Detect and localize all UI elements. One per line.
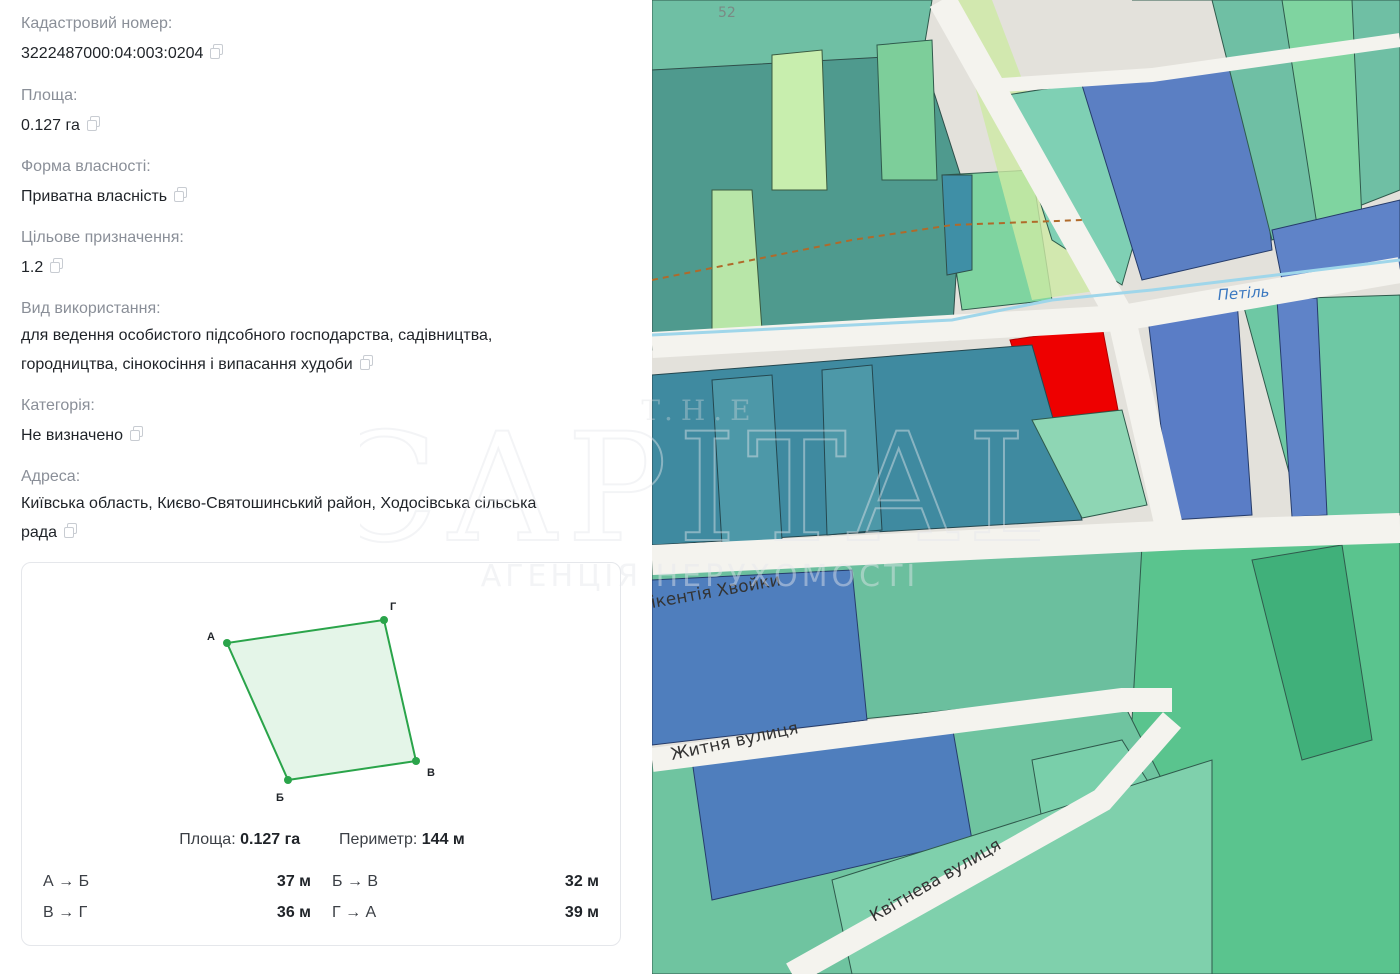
purpose-label: Цільове призначення: [21, 229, 184, 246]
area-label: Площа: [21, 87, 78, 104]
copy-icon[interactable] [174, 187, 188, 202]
segment-length: 32 м [564, 873, 599, 890]
copy-icon[interactable] [210, 44, 224, 59]
vertex-g [380, 616, 388, 624]
usage-value-line2: городництва, сінокосіння і випасання худ… [21, 356, 353, 373]
cadastral-number-value: 3222487000:04:003:0204 [21, 45, 204, 62]
segment-name: Г → А [332, 904, 377, 921]
purpose-value: 1.2 [21, 259, 44, 276]
usage-value-line1: для ведення особистого підсобного господ… [21, 327, 493, 344]
usage-field: Вид використання: для ведення особистого… [21, 299, 621, 379]
address-label: Адреса: [21, 468, 81, 485]
segment-name: В → Г [43, 904, 88, 921]
category-label: Категорія: [21, 397, 95, 414]
cadastral-map[interactable]: ікентія Хвойки Житня вулиця Квітнева вул… [652, 0, 1400, 974]
address-value-line1: Київська область, Києво-Святошинський ра… [21, 495, 537, 512]
ownership-label: Форма власності: [21, 158, 151, 175]
copy-icon[interactable] [130, 426, 144, 441]
shape-summary: Площа: 0.127 га Периметр: 144 м [22, 831, 622, 849]
vertex-a [223, 639, 231, 647]
copy-icon[interactable] [359, 355, 373, 370]
copy-icon[interactable] [86, 116, 100, 131]
map-canvas[interactable]: ікентія Хвойки Житня вулиця Квітнева вул… [652, 0, 1400, 974]
area-value: 0.127 га [21, 117, 80, 134]
ownership-field: Форма власності: Приватна власність [21, 157, 621, 211]
segment-length: 37 м [276, 873, 311, 890]
segment-name: А → Б [43, 873, 90, 890]
vertex-b [284, 776, 292, 784]
vertex-label-g: Г [390, 601, 397, 613]
area-summary-label: Площа: [179, 831, 236, 848]
vertex-label-a: А [207, 631, 215, 643]
address-value-line2: рада [21, 524, 58, 541]
segment-name: Б → В [332, 873, 379, 890]
river-label: Петіль [1217, 282, 1270, 304]
vertex-v [412, 757, 420, 765]
cadastral-number-label: Кадастровий номер: [21, 15, 173, 32]
purpose-field: Цільове призначення: 1.2 [21, 228, 621, 282]
segment-length: 36 м [276, 904, 311, 921]
usage-label: Вид використання: [21, 300, 161, 317]
parcel-shape-diagram: А Б В Г [207, 601, 435, 804]
copy-icon[interactable] [64, 523, 78, 538]
house-number: 52 [718, 5, 736, 21]
cadastral-number-field: Кадастровий номер: 3222487000:04:003:020… [21, 14, 621, 68]
address-field: Адреса: Київська область, Києво-Святошин… [21, 467, 621, 547]
vertex-label-v: В [427, 767, 435, 779]
segment-length: 39 м [564, 904, 599, 921]
category-field: Категорія: Не визначено [21, 396, 621, 450]
perimeter-label: Периметр: [339, 831, 418, 848]
vertex-label-b: Б [276, 792, 284, 804]
copy-icon[interactable] [50, 258, 64, 273]
category-value: Не визначено [21, 427, 124, 444]
area-summary-value: 0.127 га [240, 831, 301, 848]
parcel-info-panel: Кадастровий номер: 3222487000:04:003:020… [0, 0, 652, 974]
ownership-value: Приватна власність [21, 188, 168, 205]
area-field: Площа: 0.127 га [21, 86, 621, 140]
perimeter-value: 144 м [421, 831, 465, 848]
parcel-polygon [225, 618, 418, 782]
parcel-shape-card: А Б В Г Площа: 0.127 га Периметр: 144 м … [21, 562, 621, 946]
